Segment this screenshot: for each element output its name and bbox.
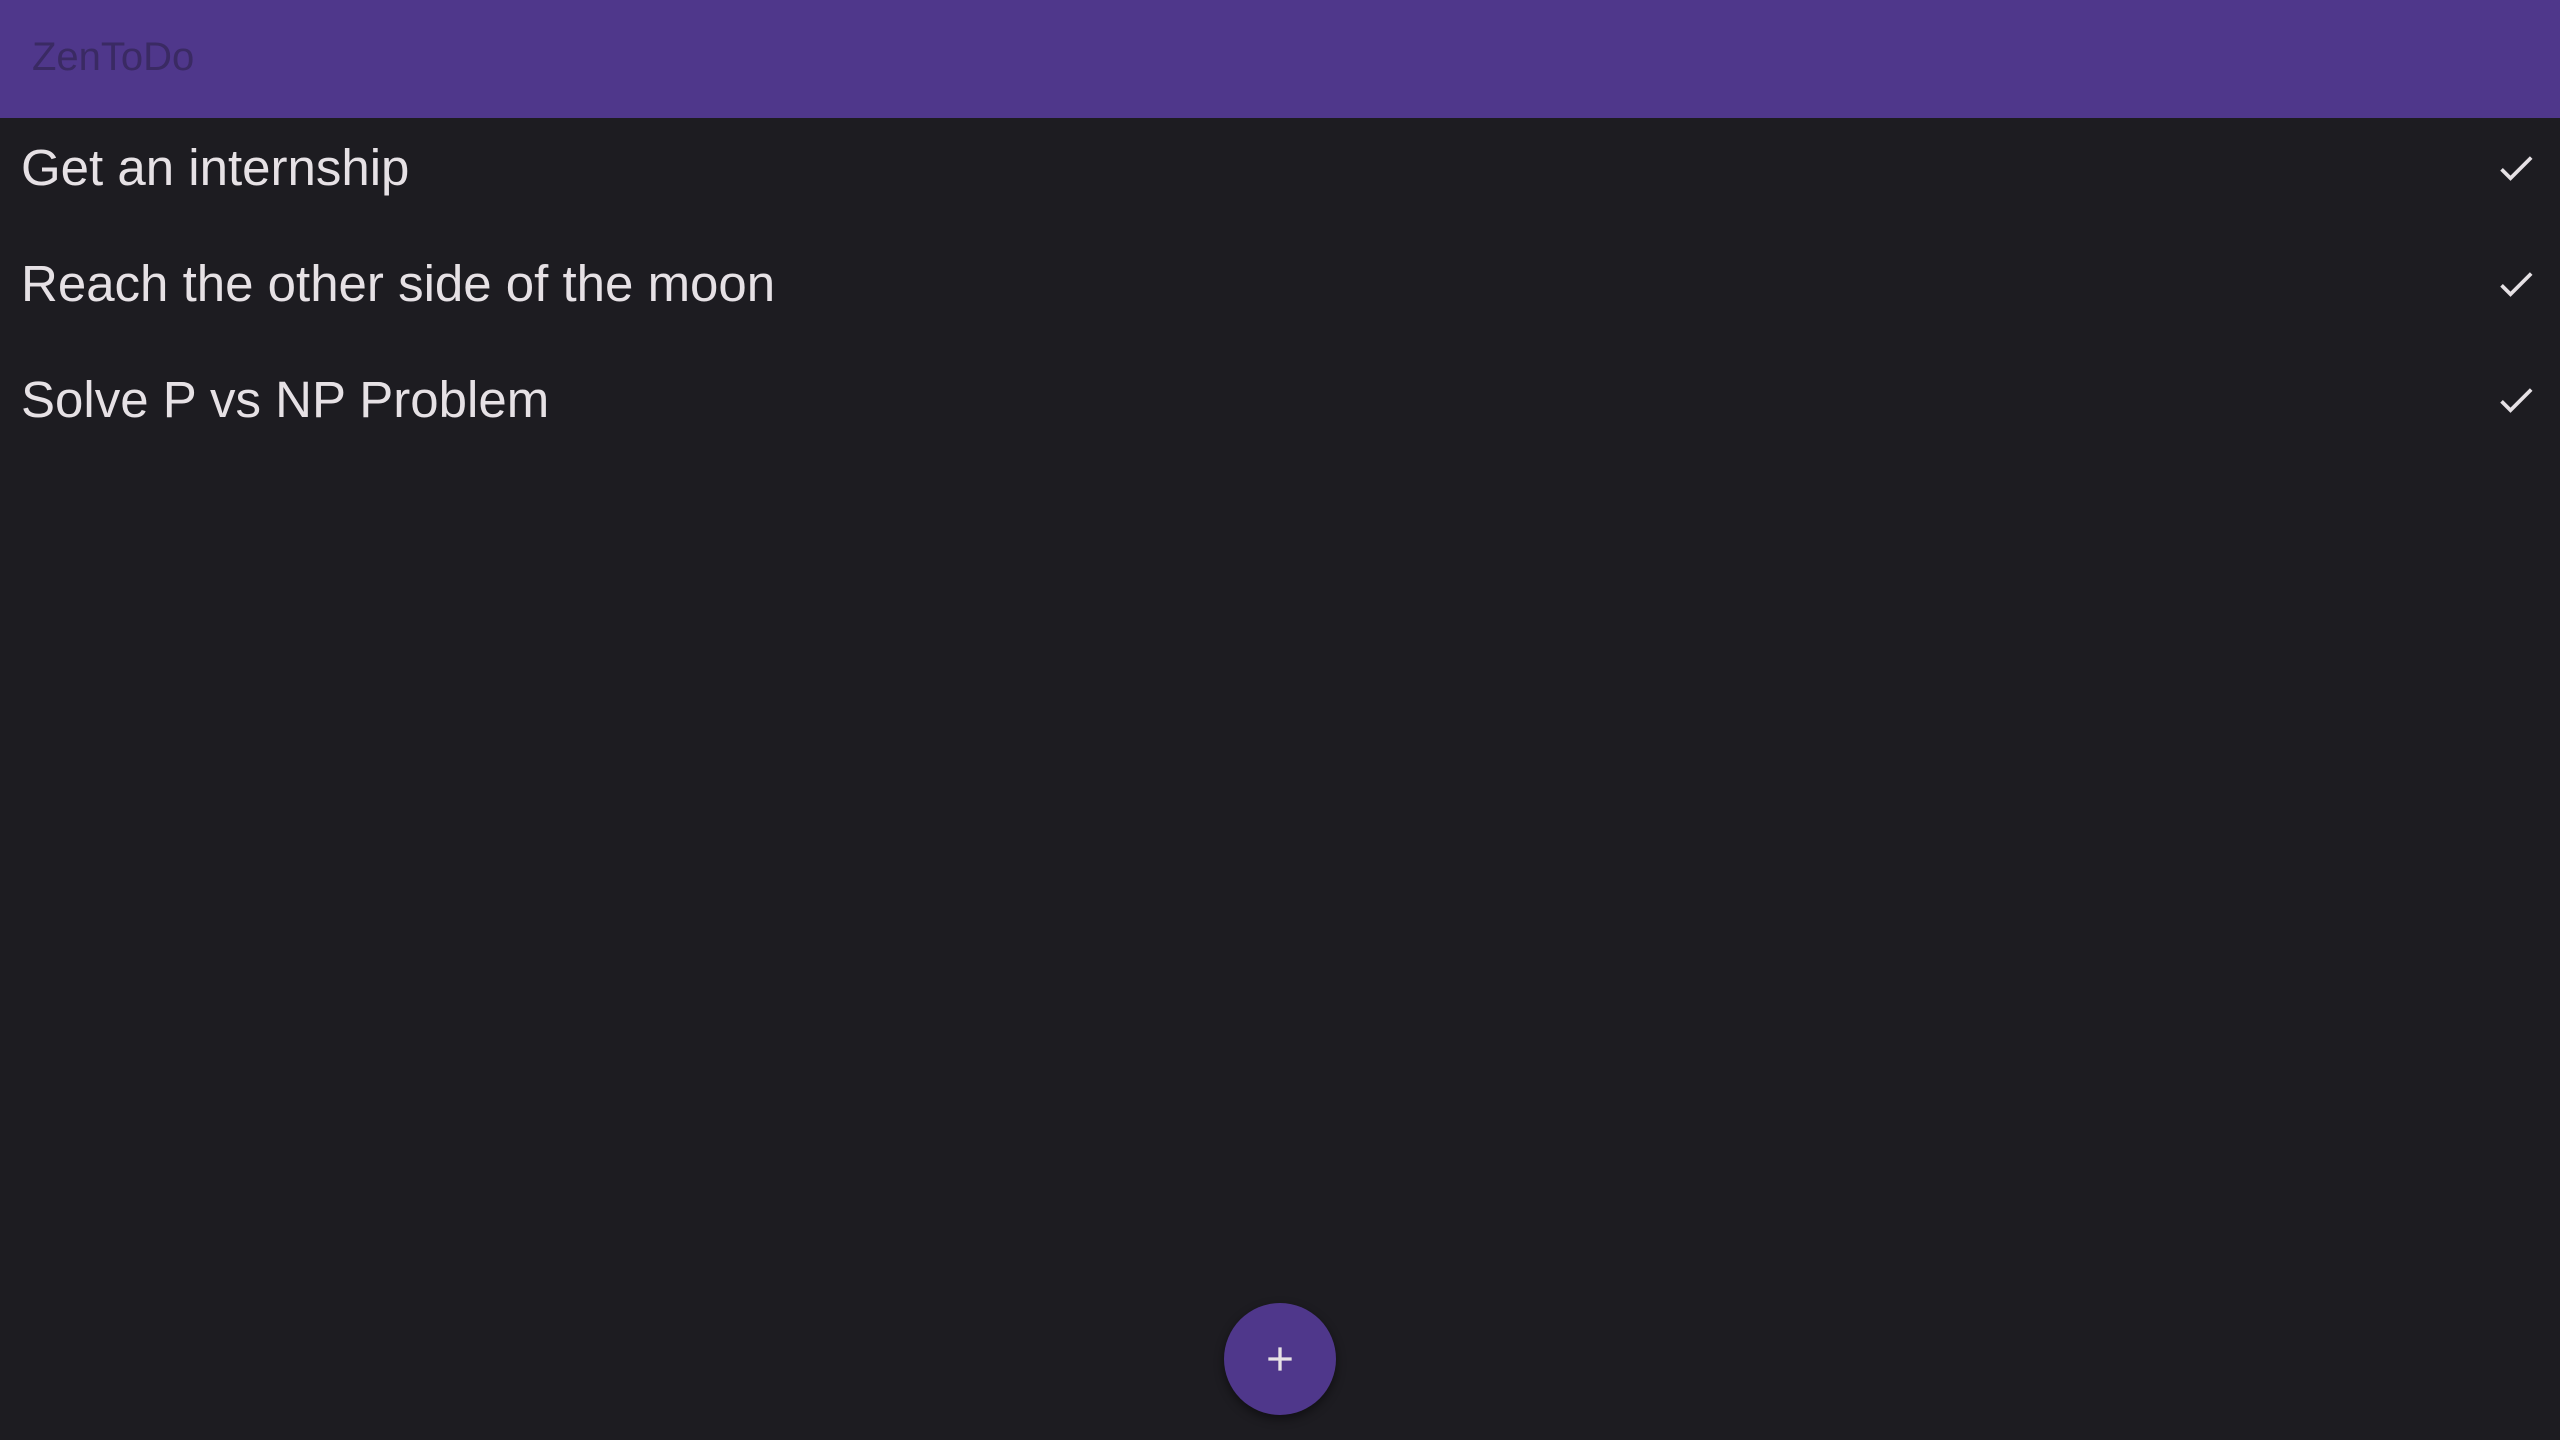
plus-icon bbox=[1268, 1347, 1292, 1371]
complete-task-button[interactable] bbox=[2480, 248, 2552, 320]
app-bar: ZenToDo bbox=[0, 0, 2560, 118]
task-item[interactable]: Solve P vs NP Problem bbox=[0, 350, 2560, 466]
complete-task-button[interactable] bbox=[2480, 132, 2552, 204]
task-list: Get an internship Reach the other side o… bbox=[0, 118, 2560, 466]
check-icon bbox=[2500, 272, 2533, 297]
task-item[interactable]: Get an internship bbox=[0, 118, 2560, 234]
task-text: Reach the other side of the moon bbox=[21, 255, 776, 312]
add-task-button[interactable] bbox=[1224, 1303, 1336, 1415]
check-icon bbox=[2500, 156, 2533, 181]
complete-task-button[interactable] bbox=[2480, 364, 2552, 436]
app-title: ZenToDo bbox=[32, 35, 195, 79]
app-window: ZenToDo Get an internship Reach the othe… bbox=[0, 0, 2560, 1440]
task-item[interactable]: Reach the other side of the moon bbox=[0, 234, 2560, 350]
check-icon bbox=[2500, 388, 2533, 413]
task-text: Solve P vs NP Problem bbox=[21, 371, 550, 428]
task-text: Get an internship bbox=[21, 139, 410, 196]
